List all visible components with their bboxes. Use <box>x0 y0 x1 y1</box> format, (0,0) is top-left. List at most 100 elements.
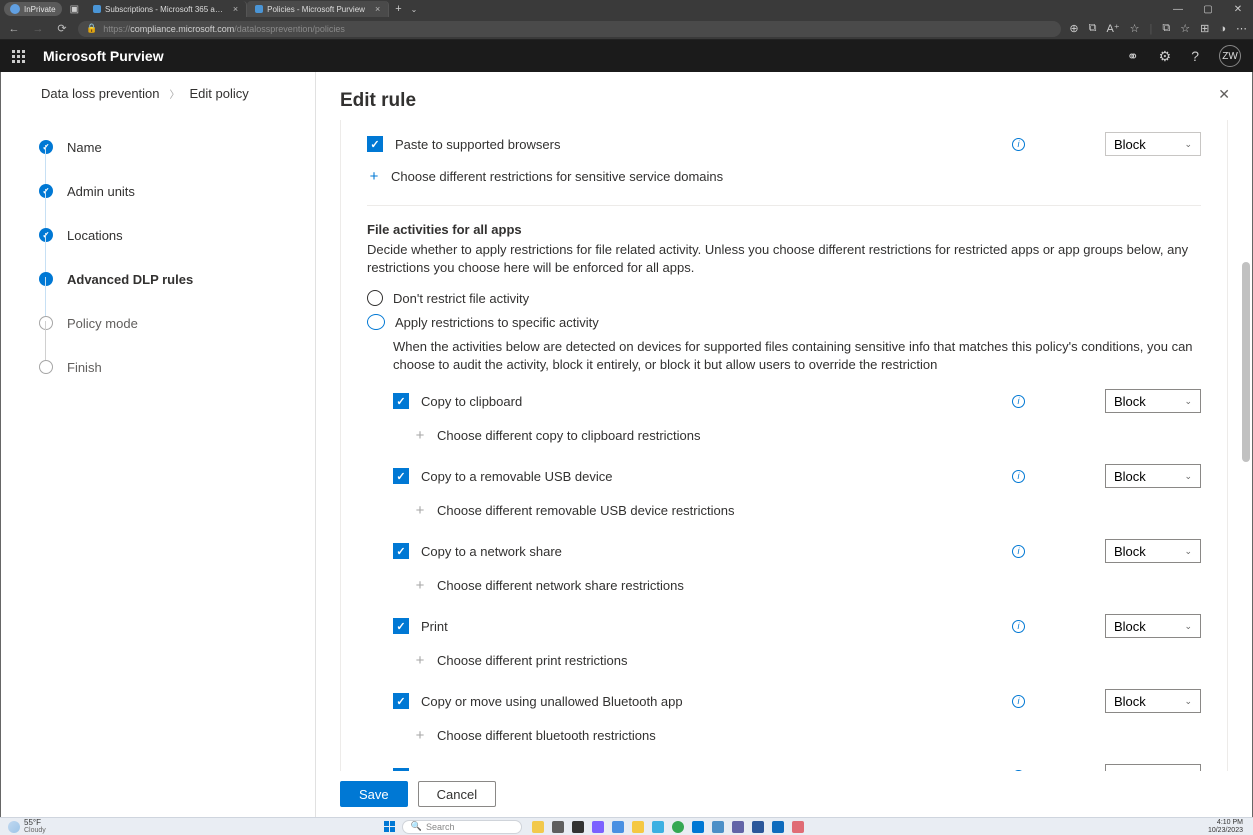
plus-icon: + <box>413 502 427 519</box>
radio-apply-restrictions[interactable]: Apply restrictions to specific activity <box>367 310 1201 334</box>
wizard-step-name[interactable]: Name <box>39 125 315 169</box>
action-select[interactable]: Block⌄ <box>1105 764 1201 771</box>
checkbox[interactable] <box>393 693 409 709</box>
wizard-step-finish[interactable]: Finish <box>39 345 315 389</box>
taskbar-app-icon[interactable] <box>752 821 764 833</box>
breadcrumb-root[interactable]: Data loss prevention <box>41 86 160 101</box>
tab-sidebar-icon[interactable]: ▣ <box>70 4 79 15</box>
save-button[interactable]: Save <box>340 781 408 807</box>
taskbar-app-icon[interactable] <box>612 821 624 833</box>
info-icon[interactable]: i <box>1012 545 1025 558</box>
checkbox[interactable] <box>393 468 409 484</box>
checkbox-paste-browsers[interactable] <box>367 136 383 152</box>
taskbar-clock[interactable]: 4:10 PM 10/23/2023 <box>1198 819 1253 835</box>
new-tab-button[interactable]: + <box>389 3 407 15</box>
tab-close-icon[interactable]: × <box>375 4 380 14</box>
user-avatar[interactable]: ZW <box>1219 45 1241 67</box>
info-icon[interactable]: i <box>1012 470 1025 483</box>
taskbar-app-icon[interactable] <box>632 821 644 833</box>
action-select[interactable]: Block⌄ <box>1105 614 1201 638</box>
wizard-step-locations[interactable]: Locations <box>39 213 315 257</box>
info-icon[interactable]: i <box>1012 695 1025 708</box>
taskbar-app-icon[interactable] <box>732 821 744 833</box>
settings-icon[interactable]: ⚙ <box>1159 48 1172 65</box>
app-launcher-icon[interactable] <box>12 50 25 63</box>
extensions-icon[interactable]: ⧉ <box>1162 22 1170 35</box>
breadcrumb-leaf[interactable]: Edit policy <box>190 86 249 101</box>
tab-title: Policies - Microsoft Purview <box>267 5 365 14</box>
address-bar[interactable]: 🔒 https://compliance.microsoft.com/datal… <box>78 21 1061 37</box>
checkbox[interactable] <box>393 618 409 634</box>
action-select-paste-browsers[interactable]: Block ⌄ <box>1105 132 1201 156</box>
taskbar-app-icon[interactable] <box>712 821 724 833</box>
add-network-restrictions[interactable]: + Choose different network share restric… <box>413 571 1201 600</box>
taskbar-app-icon[interactable] <box>692 821 704 833</box>
product-title: Microsoft Purview <box>43 48 164 64</box>
nav-back-button[interactable]: ← <box>6 23 22 35</box>
taskbar-app-icon[interactable] <box>652 821 664 833</box>
checkbox[interactable] <box>393 393 409 409</box>
taskbar-app-icon[interactable] <box>552 821 564 833</box>
radio-dont-restrict[interactable]: Don't restrict file activity <box>367 286 1201 310</box>
help-icon[interactable]: ? <box>1191 48 1199 64</box>
url-text: https://compliance.microsoft.com/datalos… <box>103 24 345 34</box>
taskbar-app-icon[interactable] <box>772 821 784 833</box>
scrollbar-thumb[interactable] <box>1242 262 1250 462</box>
flow-icon[interactable]: ⚭ <box>1127 48 1139 65</box>
cancel-button[interactable]: Cancel <box>418 781 496 807</box>
taskbar-app-icon[interactable] <box>672 821 684 833</box>
taskbar-search[interactable]: 🔍 Search <box>402 820 522 834</box>
read-aloud-icon[interactable]: ⧉ <box>1089 22 1097 35</box>
window-close-button[interactable]: ✕ <box>1223 4 1253 15</box>
inprivate-avatar-icon <box>10 4 20 14</box>
zoom-icon[interactable]: ⊕ <box>1069 22 1078 35</box>
add-print-restrictions[interactable]: + Choose different print restrictions <box>413 646 1201 675</box>
info-icon[interactable]: i <box>1012 620 1025 633</box>
tab-close-icon[interactable]: × <box>233 4 238 14</box>
taskbar-weather[interactable]: 55°F Cloudy <box>0 819 54 835</box>
info-icon[interactable]: i <box>1012 395 1025 408</box>
wizard-step-advanced-dlp-rules[interactable]: Advanced DLP rules <box>39 257 315 301</box>
tab-overflow-icon[interactable]: ⌄ <box>408 5 421 14</box>
more-icon[interactable]: ⋯ <box>1236 22 1247 35</box>
app-body: Data loss prevention 〉 Edit policy Name … <box>0 72 1253 817</box>
add-usb-restrictions[interactable]: + Choose different removable USB device … <box>413 496 1201 525</box>
action-select[interactable]: Block⌄ <box>1105 464 1201 488</box>
info-icon[interactable]: i <box>1012 138 1025 151</box>
taskbar-app-icon[interactable] <box>532 821 544 833</box>
radio-help-text: When the activities below are detected o… <box>393 338 1201 373</box>
taskbar-app-icon[interactable] <box>572 821 584 833</box>
tab-policies[interactable]: Policies - Microsoft Purview × <box>247 1 389 17</box>
window-maximize-button[interactable]: ▢ <box>1193 4 1223 15</box>
tab-subscriptions[interactable]: Subscriptions - Microsoft 365 a… × <box>85 1 247 17</box>
action-select[interactable]: Block⌄ <box>1105 689 1201 713</box>
start-button[interactable] <box>384 821 396 833</box>
panel-scroll[interactable]: Paste to supported browsers i Block ⌄ + … <box>316 120 1252 771</box>
browser-toolbar: ← → ⟳ 🔒 https://compliance.microsoft.com… <box>0 18 1253 40</box>
chevron-down-icon: ⌄ <box>1184 396 1192 407</box>
wizard-step-policy-mode[interactable]: Policy mode <box>39 301 315 345</box>
taskbar-app-icon[interactable] <box>792 821 804 833</box>
text-size-icon[interactable]: A⁺ <box>1107 22 1120 35</box>
profile-icon[interactable]: ◑ <box>1219 23 1226 35</box>
section-title-file-activities: File activities for all apps <box>367 222 1201 237</box>
chevron-right-icon: 〉 <box>170 86 180 101</box>
panel-close-button[interactable]: ✕ <box>1218 86 1230 103</box>
checkbox[interactable] <box>393 543 409 559</box>
action-select[interactable]: Block⌄ <box>1105 389 1201 413</box>
tab-title: Subscriptions - Microsoft 365 a… <box>105 5 223 14</box>
add-service-domain-restrictions[interactable]: + Choose different restrictions for sens… <box>367 162 1201 191</box>
window-minimize-button[interactable]: — <box>1163 4 1193 15</box>
chevron-down-icon: ⌄ <box>1184 139 1192 150</box>
taskbar-app-icon[interactable] <box>592 821 604 833</box>
chevron-down-icon: ⌄ <box>1184 621 1192 632</box>
favorite-icon[interactable]: ☆ <box>1130 22 1140 35</box>
collections-icon[interactable]: ⊞ <box>1200 22 1209 35</box>
action-select[interactable]: Block⌄ <box>1105 539 1201 563</box>
lock-icon[interactable]: 🔒 <box>86 23 97 34</box>
nav-refresh-button[interactable]: ⟳ <box>54 22 70 35</box>
add-bluetooth-restrictions[interactable]: + Choose different bluetooth restriction… <box>413 721 1201 750</box>
add-clipboard-restrictions[interactable]: + Choose different copy to clipboard res… <box>413 421 1201 450</box>
wizard-step-admin-units[interactable]: Admin units <box>39 169 315 213</box>
favorites-bar-icon[interactable]: ☆ <box>1180 22 1190 35</box>
